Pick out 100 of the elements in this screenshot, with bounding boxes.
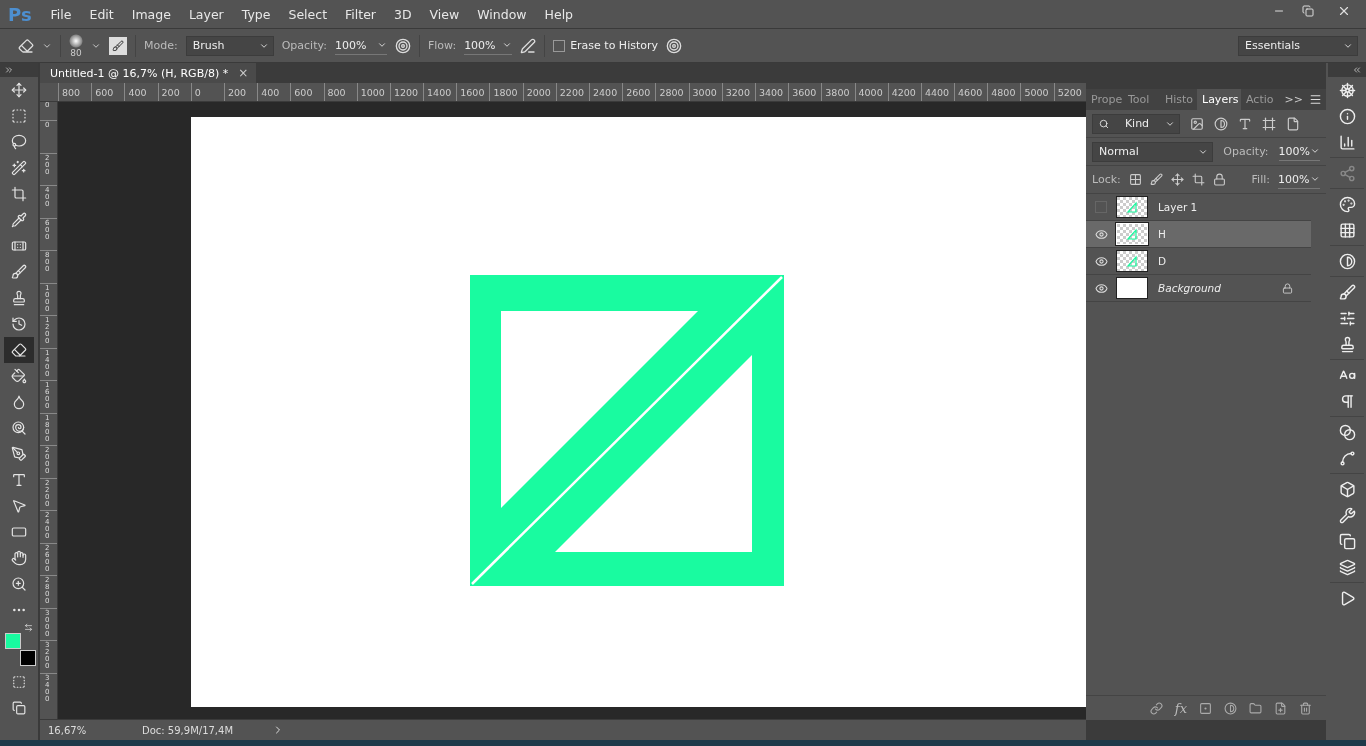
lock-pixels-icon[interactable]: [1128, 173, 1142, 186]
layer-style-button[interactable]: fx: [1174, 700, 1187, 716]
panel-tab[interactable]: Layers: [1197, 89, 1241, 110]
folder-icon[interactable]: [1249, 701, 1262, 715]
filter-dropdown[interactable]: Kind: [1092, 113, 1180, 134]
lock-icon[interactable]: [1212, 173, 1226, 186]
brush-panel-button[interactable]: [109, 36, 127, 55]
layer-thumbnail: [1116, 223, 1148, 245]
menu-item[interactable]: View: [420, 6, 469, 22]
ruler-label: 1200: [393, 87, 419, 98]
layer-name: H: [1158, 228, 1166, 240]
menu-item[interactable]: 3D: [385, 6, 421, 22]
eraser-icon[interactable]: [18, 37, 34, 54]
document-tab[interactable]: Untitled-1 @ 16,7% (H, RGB/8) * ×: [40, 63, 257, 83]
swap-icon[interactable]: [24, 623, 33, 632]
menu-item[interactable]: Image: [122, 6, 180, 22]
more-panels-button[interactable]: >>: [1284, 93, 1309, 106]
menu-item[interactable]: File: [41, 6, 81, 22]
opacity-field[interactable]: 100%: [1278, 142, 1320, 161]
contrast-icon[interactable]: [1214, 116, 1228, 131]
history-brush-icon: [11, 316, 27, 332]
ruler-label: 1000: [360, 87, 385, 98]
ruler-label: 3600: [792, 87, 817, 98]
ruler-label: 800: [327, 87, 346, 98]
mode-dropdown[interactable]: Brush: [185, 35, 274, 56]
file-icon[interactable]: [1286, 116, 1300, 131]
rectangle-icon: [11, 524, 27, 540]
eraser-icon: [11, 342, 27, 358]
crop-icon: [11, 186, 27, 202]
menu-item[interactable]: Type: [232, 6, 280, 22]
ruler-label: 2400: [593, 87, 618, 98]
droplet-icon: [11, 394, 27, 410]
ruler-label: 0: [194, 87, 201, 98]
caret-icon[interactable]: [502, 40, 513, 50]
menu-item[interactable]: Layer: [179, 6, 233, 22]
opacity-field[interactable]: 100%: [334, 36, 387, 55]
ruler-label: 3000: [692, 87, 717, 98]
mode-label: Mode:: [144, 39, 178, 52]
eye-icon[interactable]: [1094, 281, 1108, 295]
link-icon[interactable]: [1149, 701, 1163, 715]
caret-icon[interactable]: [1310, 174, 1320, 184]
eye-icon[interactable]: [1094, 227, 1108, 241]
layer-thumbnail: [1116, 196, 1148, 218]
menu-item[interactable]: Help: [535, 6, 583, 22]
ruler-label: 4400: [924, 87, 950, 98]
brush-icon[interactable]: [1149, 173, 1163, 186]
close-tab-button[interactable]: ×: [238, 66, 249, 80]
frame-icon[interactable]: [1262, 116, 1276, 131]
magic-wand-icon: [11, 160, 27, 176]
collapse-icon[interactable]: [1352, 65, 1362, 75]
layer-name: D: [1158, 255, 1167, 267]
workspace-dropdown[interactable]: Essentials: [1238, 35, 1358, 56]
flow-field[interactable]: 100%: [464, 36, 513, 55]
move-icon[interactable]: [1170, 173, 1184, 186]
ruler-label: 4200: [891, 87, 916, 98]
blend-mode-dropdown[interactable]: Normal: [1092, 141, 1214, 162]
mask-icon[interactable]: [1199, 701, 1212, 715]
checkbox-label: Erase to History: [570, 39, 658, 52]
trash-icon[interactable]: [1299, 701, 1312, 715]
menu-item[interactable]: Filter: [336, 6, 385, 22]
ruler-label: 1600: [460, 87, 485, 98]
ruler-label: 2000: [526, 87, 551, 98]
paint-bucket-icon: [11, 368, 27, 384]
pen-icon: [11, 446, 27, 462]
layer-name: Background: [1158, 282, 1221, 294]
menu-item[interactable]: Window: [468, 6, 536, 22]
ruler-label: 400: [128, 87, 147, 98]
image-icon[interactable]: [1190, 116, 1204, 131]
ruler-label: 600: [294, 87, 313, 98]
layer-row[interactable]: H: [1086, 221, 1311, 248]
layer-row[interactable]: D: [1086, 248, 1311, 275]
expand-icon[interactable]: [4, 65, 14, 75]
text-icon[interactable]: [1238, 116, 1252, 131]
erase-to-history-checkbox[interactable]: [553, 39, 566, 52]
background-color-swatch[interactable]: [20, 650, 36, 666]
layer-name: Layer 1: [1158, 201, 1198, 213]
crop-icon[interactable]: [1191, 173, 1205, 186]
menu-icon[interactable]: [1309, 93, 1322, 106]
menu-item[interactable]: Select: [279, 6, 337, 22]
fill-field[interactable]: 100%: [1278, 170, 1320, 189]
eye-icon[interactable]: [1094, 254, 1108, 268]
caret-icon[interactable]: [376, 40, 387, 50]
adjustment-icon[interactable]: [1224, 701, 1237, 715]
restore-icon: [1301, 5, 1314, 17]
ruler-label: 3400: [758, 87, 784, 98]
ruler-label: 200: [161, 87, 180, 98]
new-layer-icon[interactable]: [1274, 701, 1287, 715]
flow-label: Flow:: [427, 39, 457, 52]
caret-icon[interactable]: [1310, 146, 1320, 156]
layer-row[interactable]: Background: [1086, 275, 1311, 302]
hand-icon: [11, 550, 27, 566]
ruler-label: 2800: [659, 87, 684, 98]
layer-row[interactable]: Layer 1: [1086, 194, 1311, 221]
menu-item[interactable]: Edit: [80, 6, 123, 22]
foreground-color-swatch[interactable]: [5, 633, 21, 649]
layer-thumbnail: [1116, 250, 1148, 272]
eraser-tool[interactable]: [4, 337, 34, 363]
ruler-label: 4000: [858, 87, 883, 98]
marquee-icon: [11, 108, 27, 124]
move-icon: [11, 82, 27, 98]
